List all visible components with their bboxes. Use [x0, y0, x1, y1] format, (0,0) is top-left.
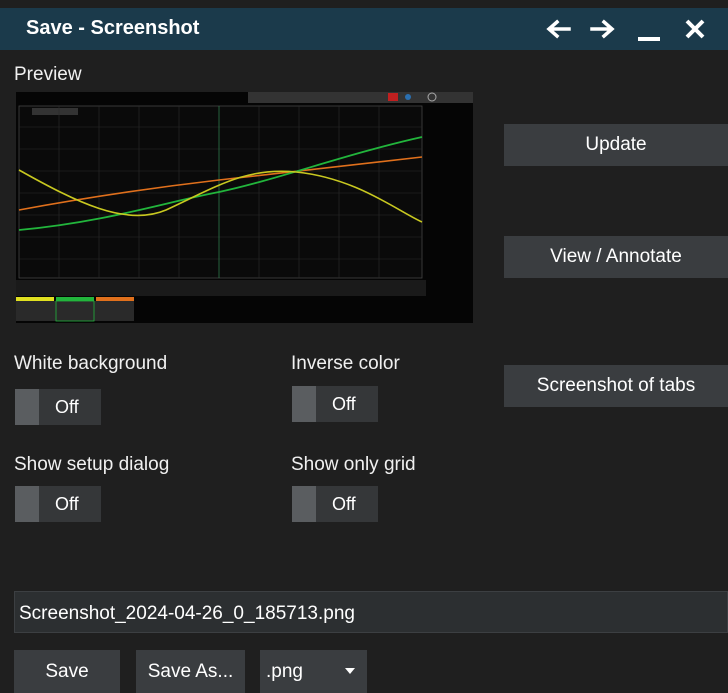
minimize-icon[interactable]	[634, 14, 664, 44]
update-button[interactable]: Update	[504, 124, 728, 166]
white-background-toggle[interactable]: Off	[15, 389, 101, 425]
title-bar[interactable]: Save - Screenshot	[0, 8, 728, 50]
filename-input[interactable]: Screenshot_2024-04-26_0_185713.png	[14, 591, 728, 633]
view-annotate-button[interactable]: View / Annotate	[504, 236, 728, 278]
preview-label: Preview	[14, 64, 82, 85]
toggle-state: Off	[55, 397, 79, 417]
toggle-knob	[292, 386, 316, 422]
toggle-knob	[15, 486, 39, 522]
format-select[interactable]: .png	[260, 650, 367, 693]
arrow-left-icon[interactable]	[543, 14, 573, 44]
screenshot-of-tabs-button[interactable]: Screenshot of tabs	[504, 365, 728, 407]
dialog-title: Save - Screenshot	[26, 17, 200, 39]
inverse-color-toggle[interactable]: Off	[292, 386, 378, 422]
inverse-color-label: Inverse color	[291, 353, 400, 374]
toggle-state: Off	[332, 494, 356, 514]
show-only-grid-label: Show only grid	[291, 454, 416, 475]
show-only-grid-toggle[interactable]: Off	[292, 486, 378, 522]
toggle-state: Off	[332, 394, 356, 414]
white-background-label: White background	[14, 353, 168, 374]
format-select-value: .png	[266, 660, 303, 682]
show-setup-dialog-label: Show setup dialog	[14, 454, 170, 475]
filename-value: Screenshot_2024-04-26_0_185713.png	[19, 603, 355, 624]
chevron-down-icon	[345, 668, 355, 674]
toggle-state: Off	[55, 494, 79, 514]
save-as-button[interactable]: Save As...	[136, 650, 245, 693]
arrow-right-icon[interactable]	[588, 14, 618, 44]
show-setup-dialog-toggle[interactable]: Off	[15, 486, 101, 522]
screenshot-preview	[16, 92, 473, 323]
save-screenshot-dialog: Save - Screenshot Preview Update View / …	[0, 0, 728, 693]
toggle-knob	[15, 389, 39, 425]
save-button[interactable]: Save	[14, 650, 120, 693]
toggle-knob	[292, 486, 316, 522]
close-icon[interactable]	[680, 14, 710, 44]
preview-image	[16, 92, 473, 323]
